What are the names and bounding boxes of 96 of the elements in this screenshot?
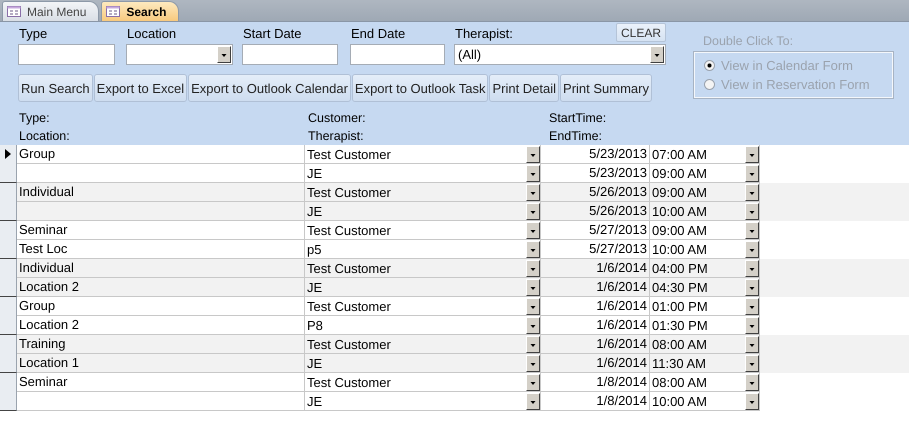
combo-cell[interactable]: Test Customer [305, 259, 541, 278]
record-selector[interactable] [0, 335, 17, 373]
combo-cell[interactable]: Test Customer [305, 373, 541, 392]
dropdown-arrow-icon[interactable] [745, 202, 759, 220]
dropdown-arrow-icon[interactable] [745, 278, 759, 296]
dropdown-arrow-icon[interactable] [526, 278, 540, 296]
text-field[interactable] [350, 44, 445, 65]
record-selector[interactable] [0, 183, 17, 221]
form-icon [7, 6, 21, 17]
dropdown-arrow-icon[interactable] [745, 222, 759, 238]
dropdown-arrow-icon[interactable] [526, 354, 540, 372]
combo-cell[interactable]: 09:00 AM [650, 183, 760, 202]
command-button[interactable]: Export to Outlook Calendar [188, 74, 351, 102]
end-time-label: EndTime: [548, 129, 604, 143]
dropdown-arrow-icon[interactable] [526, 202, 540, 220]
dropdown-arrow-icon[interactable] [745, 260, 759, 276]
table-cell: 1/8/2014 [541, 392, 650, 411]
combo-cell[interactable]: 01:00 PM [650, 297, 760, 316]
dropdown-arrow-icon[interactable] [526, 146, 540, 162]
table-cell: Individual [17, 259, 305, 278]
dropdown-arrow-icon[interactable] [745, 336, 759, 352]
clear-button[interactable]: CLEAR [616, 23, 666, 42]
field-label: Start Date [242, 25, 302, 43]
command-button[interactable]: Print Summary [560, 74, 652, 102]
table-cell: Group [17, 297, 305, 316]
form-icon [106, 6, 120, 17]
dropdown-arrow-icon[interactable] [745, 298, 759, 314]
table-cell: 1/6/2014 [541, 259, 650, 278]
combo-cell[interactable]: 09:00 AM [650, 221, 760, 240]
record-selector[interactable] [0, 259, 17, 297]
therapist-label: Therapist: [307, 129, 365, 143]
command-button[interactable]: Print Detail [489, 74, 560, 102]
dropdown-arrow-icon[interactable] [745, 392, 759, 410]
table-cell: Seminar [17, 221, 305, 240]
dropdown-arrow-icon[interactable] [745, 354, 759, 372]
combo-cell[interactable]: JE [305, 392, 541, 411]
field-label: Location [126, 25, 176, 43]
combo-cell[interactable]: Test Customer [305, 335, 541, 354]
dropdown-arrow-icon[interactable] [526, 374, 540, 390]
option-group-label: Double Click To: [702, 34, 794, 48]
combo-cell[interactable]: 07:00 AM [650, 145, 760, 164]
dropdown-arrow-icon[interactable] [526, 336, 540, 352]
combo-cell[interactable]: 10:00 AM [650, 392, 760, 411]
record-selector[interactable] [0, 373, 17, 411]
start-time-label: StartTime: [548, 111, 608, 125]
table-cell: 1/6/2014 [541, 297, 650, 316]
type-label: Type: [18, 111, 51, 125]
dropdown-arrow-icon[interactable] [526, 164, 540, 182]
table-cell: Training [17, 335, 305, 354]
table-cell: 5/27/2013 [541, 221, 650, 240]
current-record-icon [5, 149, 11, 159]
command-button[interactable]: Export to Outlook Task [352, 74, 488, 102]
dropdown-arrow-icon[interactable] [745, 374, 759, 390]
dropdown-arrow-icon[interactable] [745, 240, 759, 258]
dropdown-arrow-icon[interactable] [217, 46, 231, 63]
location-label: Location: [18, 129, 71, 143]
table-cell: Seminar [17, 373, 305, 392]
combo-cell[interactable]: 04:00 PM [650, 259, 760, 278]
dropdown-arrow-icon[interactable] [650, 46, 664, 63]
field-label: Type [18, 25, 48, 43]
combo-cell[interactable]: Test Customer [305, 221, 541, 240]
record-selector[interactable] [0, 145, 17, 183]
command-button[interactable]: Export to Excel [94, 74, 188, 102]
text-field[interactable] [18, 44, 115, 65]
record-selector[interactable] [0, 297, 17, 335]
dropdown-arrow-icon[interactable] [526, 240, 540, 258]
tab[interactable]: Main Menu [2, 1, 100, 21]
dropdown-arrow-icon[interactable] [526, 222, 540, 238]
field-label: End Date [350, 25, 406, 43]
record-selector[interactable] [0, 221, 17, 259]
combo-cell[interactable]: 08:00 AM [650, 335, 760, 354]
combo-cell[interactable]: Test Customer [305, 297, 541, 316]
table-cell: Individual [17, 183, 305, 202]
combo-cell[interactable]: Test Customer [305, 145, 541, 164]
dropdown-arrow-icon[interactable] [745, 184, 759, 200]
text-field[interactable] [242, 44, 338, 65]
dropdown-arrow-icon[interactable] [745, 146, 759, 162]
dropdown-arrow-icon[interactable] [526, 184, 540, 200]
customer-label: Customer: [307, 111, 367, 125]
combo-cell[interactable]: 08:00 AM [650, 373, 760, 392]
table-cell: 1/6/2014 [541, 335, 650, 354]
table-cell: 5/26/2013 [541, 183, 650, 202]
table-cell: Group [17, 145, 305, 164]
dropdown-arrow-icon[interactable] [526, 316, 540, 334]
tab[interactable]: Search [101, 1, 180, 21]
dropdown-arrow-icon[interactable] [526, 392, 540, 410]
dropdown-arrow-icon[interactable] [526, 298, 540, 314]
combo-box[interactable]: (All) [454, 44, 666, 65]
command-button[interactable]: Run Search [18, 74, 93, 102]
dropdown-arrow-icon[interactable] [745, 164, 759, 182]
field-label: Therapist: [454, 25, 513, 43]
table-cell: 1/8/2014 [541, 373, 650, 392]
table-cell: 5/23/2013 [541, 145, 650, 164]
combo-cell[interactable]: Test Customer [305, 183, 541, 202]
dropdown-arrow-icon[interactable] [745, 316, 759, 334]
dropdown-arrow-icon[interactable] [526, 260, 540, 276]
